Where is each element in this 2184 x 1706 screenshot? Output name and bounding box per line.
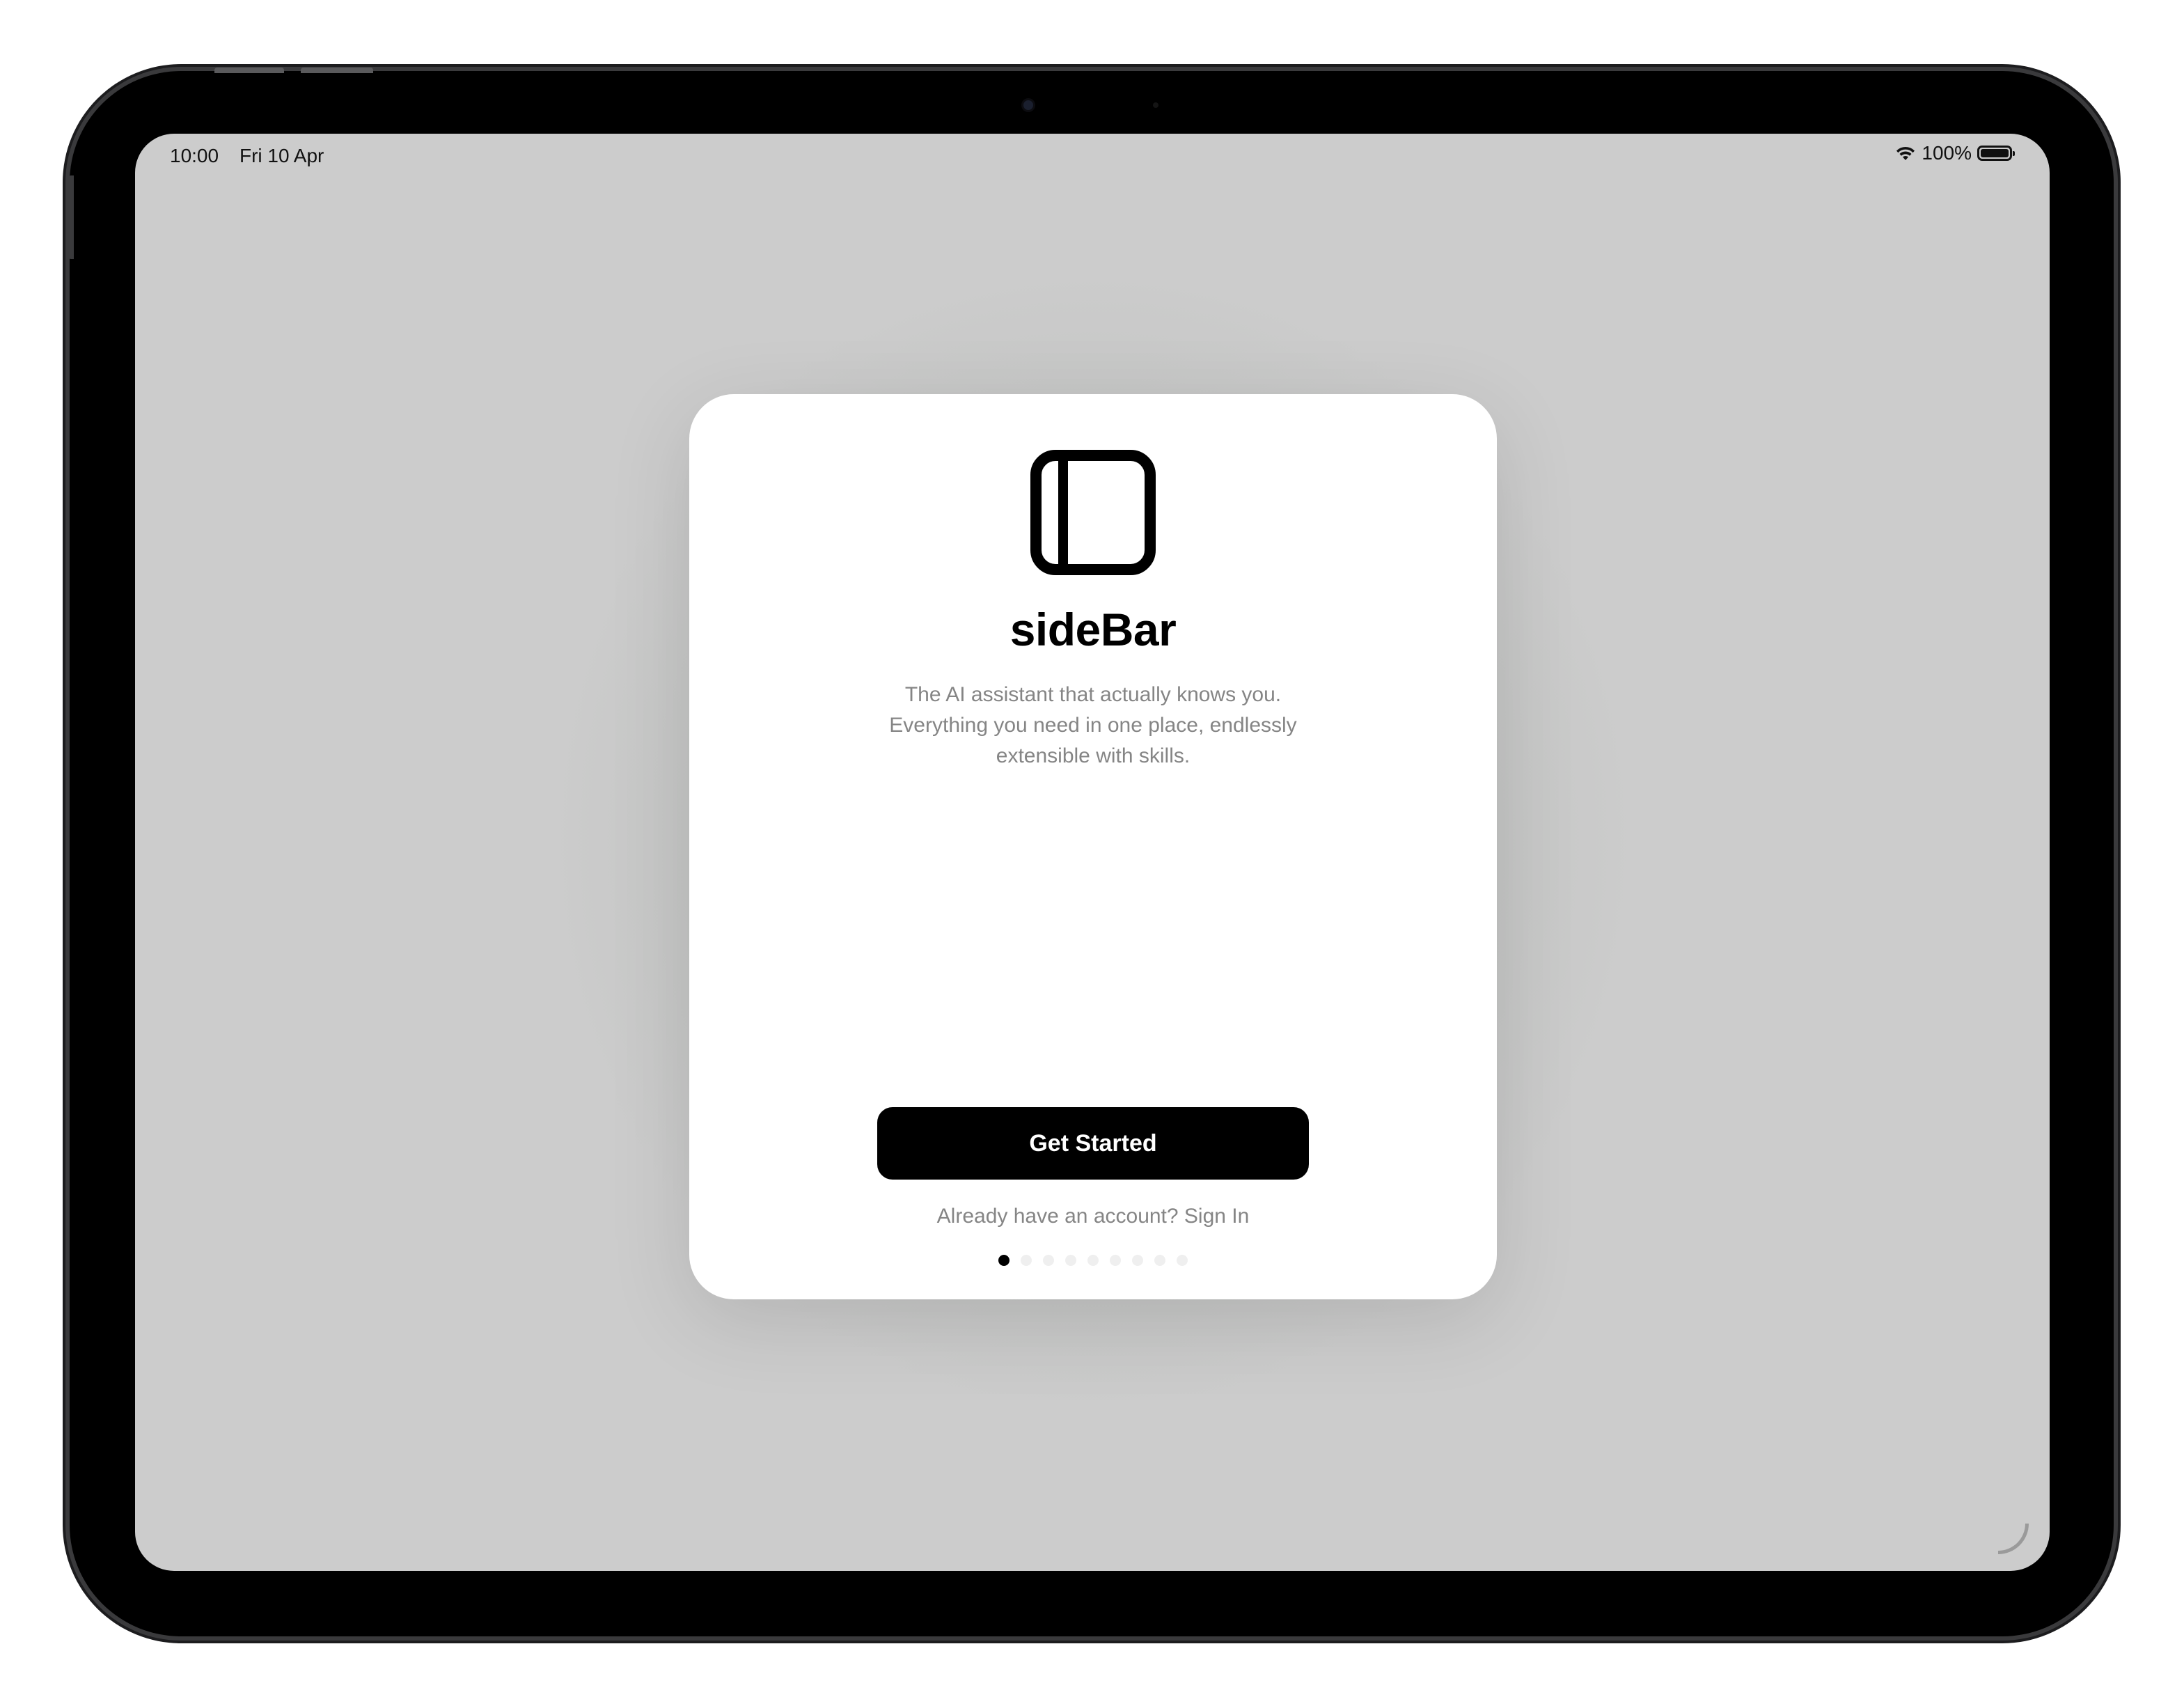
page-dot[interactable] [1043,1255,1054,1266]
top-button-power [301,68,373,73]
corner-resize-indicator [1998,1524,2029,1554]
screen: 10:00 Fri 10 Apr 100% sideBar The AI ass… [135,134,2050,1571]
battery-percent: 100% [1922,142,1972,164]
status-bar: 10:00 Fri 10 Apr 100% [135,134,2050,177]
side-button [68,175,74,259]
wifi-icon [1896,146,1915,160]
sign-in-link[interactable]: Already have an account? Sign In [689,1205,1497,1228]
status-indicators: 100% [1895,142,2015,164]
page-dot[interactable] [1021,1255,1032,1266]
page-dot[interactable] [1087,1255,1099,1266]
page-dot[interactable] [1154,1255,1165,1266]
get-started-button[interactable]: Get Started [877,1107,1309,1180]
sensor-dot [1153,102,1158,108]
page-indicator[interactable] [689,1255,1497,1266]
front-camera [1023,100,1033,110]
status-date: Fri 10 Apr [239,145,324,166]
onboarding-card: sideBar The AI assistant that actually k… [689,394,1497,1299]
page-dot[interactable] [998,1255,1009,1266]
page-dot[interactable] [1177,1255,1188,1266]
status-time: 10:00 [170,145,219,166]
page-dot[interactable] [1065,1255,1076,1266]
page-dot[interactable] [1110,1255,1121,1266]
app-tagline: The AI assistant that actually knows you… [889,683,1297,767]
battery-fill [1981,149,2009,157]
sidebar-icon [1030,450,1156,575]
top-button-volume [214,68,284,73]
app-title: sideBar [1009,604,1177,655]
page-dot[interactable] [1132,1255,1143,1266]
battery-icon [1977,146,2015,161]
